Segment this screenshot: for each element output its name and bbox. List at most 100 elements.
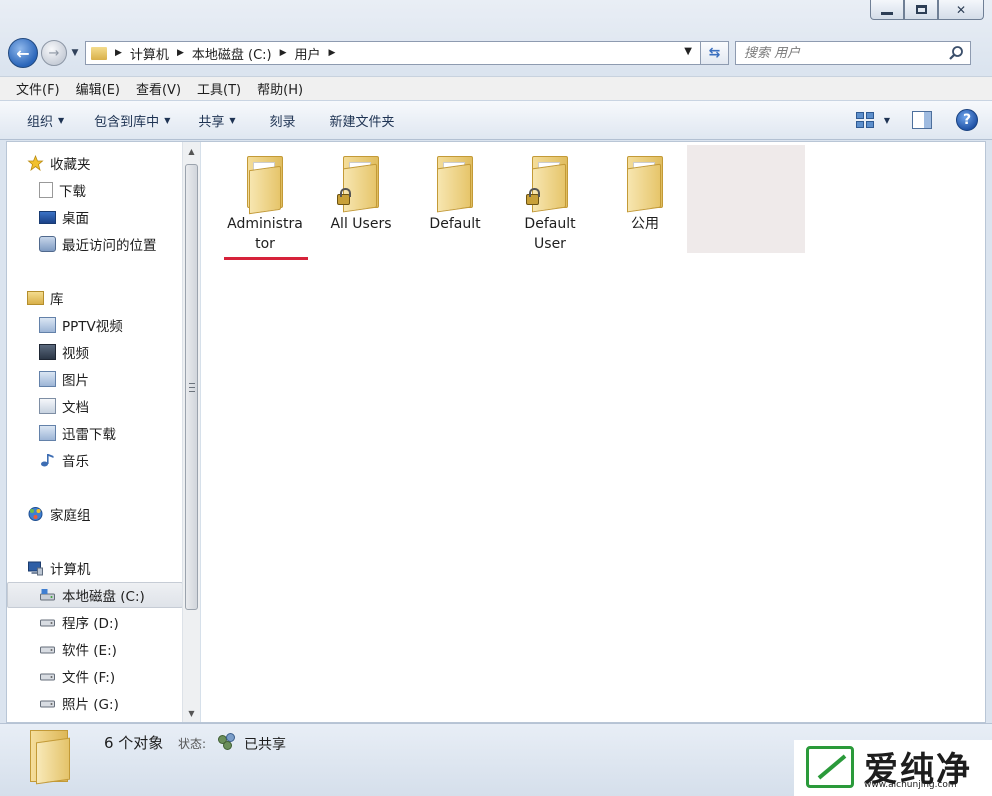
refresh-icon: ⇆: [708, 45, 721, 61]
nav-desktop-label: 桌面: [62, 211, 89, 227]
breadcrumb-separator-icon[interactable]: ▶: [115, 48, 122, 58]
documents-icon: [39, 398, 56, 414]
nav-homegroup[interactable]: 家庭组: [27, 501, 203, 527]
computer-icon: [28, 561, 43, 576]
folder-label: 公用: [631, 216, 659, 232]
nav-libraries[interactable]: 库: [27, 285, 203, 311]
folder-public[interactable]: 公用: [597, 150, 693, 234]
nav-favorites-label: 收藏夹: [50, 157, 91, 173]
brand-logo-icon: [806, 746, 854, 788]
nav-drive-c[interactable]: 本地磁盘 (C:): [7, 582, 183, 608]
view-tools: ▼ ?: [855, 109, 978, 131]
breadcrumb-users[interactable]: 用户: [295, 44, 321, 63]
back-button[interactable]: ←: [8, 38, 38, 68]
share-button[interactable]: 共享 ▼: [185, 111, 248, 130]
menu-help[interactable]: 帮助(H): [249, 79, 311, 98]
folder-all-users[interactable]: All Users: [313, 150, 409, 234]
preview-pane-icon[interactable]: [912, 111, 932, 129]
command-bar: 组织 ▼ 包含到库中 ▼ 共享 ▼ 刻录 新建文件夹 ▼ ?: [0, 100, 992, 140]
address-bar[interactable]: ▶ 计算机 ▶ 本地磁盘 (C:) ▶ 用户 ▶ ▼: [85, 41, 701, 65]
breadcrumb-separator-icon[interactable]: ▶: [177, 48, 184, 58]
breadcrumb-computer[interactable]: 计算机: [130, 44, 169, 63]
shortcut-folder-icon: [337, 150, 383, 213]
homegroup-icon: [28, 507, 43, 521]
arrow-left-icon: ←: [16, 43, 30, 63]
share-label: 共享: [198, 114, 225, 130]
nav-music-label: 音乐: [62, 454, 89, 470]
nav-computer-label: 计算机: [50, 562, 91, 578]
status-bar: 6 个对象 状态: 已共享 爱纯净 www.aichunjing.com: [0, 723, 992, 796]
nav-drive-c-label: 本地磁盘 (C:): [62, 589, 145, 605]
nav-libraries-label: 库: [50, 292, 64, 308]
search-icon[interactable]: [948, 45, 964, 61]
highlight-underline: [224, 257, 308, 260]
chevron-down-icon: ▼: [164, 115, 171, 125]
search-box[interactable]: [735, 41, 971, 65]
chevron-down-icon: ▼: [229, 115, 236, 125]
search-input[interactable]: [744, 45, 944, 61]
include-in-library-button[interactable]: 包含到库中 ▼: [81, 111, 183, 130]
scroll-down-icon[interactable]: ▼: [183, 704, 200, 722]
folder-default[interactable]: Default: [407, 150, 503, 234]
drive-icon: [40, 700, 55, 708]
file-view[interactable]: Administra tor All Users Default Default…: [201, 142, 985, 722]
recent-pages-button[interactable]: ▼: [69, 48, 81, 58]
view-options-dropdown-icon[interactable]: ▼: [884, 116, 890, 125]
hidden-item-tile[interactable]: [687, 145, 805, 253]
breadcrumb-separator-icon[interactable]: ▶: [329, 48, 336, 58]
shared-users-icon: [218, 733, 238, 751]
forward-button[interactable]: →: [41, 40, 67, 66]
change-view-icon[interactable]: [855, 112, 874, 128]
nav-drive-e-label: 软件 (E:): [62, 643, 117, 659]
menu-tools[interactable]: 工具(T): [189, 79, 249, 98]
nav-recent-label: 最近访问的位置: [62, 238, 157, 254]
drive-icon: [40, 619, 55, 627]
scroll-thumb[interactable]: [185, 164, 198, 610]
minimize-button[interactable]: [870, 0, 904, 20]
library-item-icon: [39, 317, 56, 333]
breadcrumb-drive-c[interactable]: 本地磁盘 (C:): [192, 44, 272, 63]
system-drive-icon: [40, 589, 55, 601]
scroll-up-icon[interactable]: ▲: [183, 142, 200, 160]
folder-icon: [91, 46, 107, 60]
burn-button[interactable]: 刻录: [257, 111, 309, 130]
menu-edit[interactable]: 编辑(E): [68, 79, 128, 98]
chevron-down-icon: ▼: [71, 48, 79, 58]
nav-scrollbar[interactable]: ▲ ▼: [182, 142, 200, 722]
refresh-button[interactable]: ⇆: [701, 41, 729, 65]
explorer-window: ✕ ← → ▼ ▶ 计算机 ▶ 本地磁盘 (C:) ▶ 用户 ▶ ▼ ⇆ 文件(…: [0, 0, 992, 796]
folder-label: All Users: [330, 216, 392, 232]
folder-default-user[interactable]: Default User: [502, 150, 598, 254]
nav-xunlei-label: 迅雷下载: [62, 427, 116, 443]
menu-view[interactable]: 查看(V): [128, 79, 189, 98]
nav-pptv-label: PPTV视频: [62, 319, 123, 335]
breadcrumb-separator-icon[interactable]: ▶: [280, 48, 287, 58]
nav-computer[interactable]: 计算机: [27, 555, 203, 581]
desktop-icon: [39, 210, 56, 224]
nav-pictures-label: 图片: [62, 373, 89, 389]
watermark-url: www.aichunjing.com: [864, 780, 957, 790]
close-button[interactable]: ✕: [938, 0, 984, 20]
folder-label: Default: [429, 216, 481, 232]
folder-icon: [433, 150, 477, 213]
state-label: 状态:: [178, 737, 207, 751]
menu-file[interactable]: 文件(F): [8, 79, 68, 98]
nav-downloads-label: 下载: [59, 184, 86, 200]
watermark: 爱纯净 www.aichunjing.com: [794, 740, 992, 796]
nav-homegroup-label: 家庭组: [50, 508, 91, 524]
organize-button[interactable]: 组织 ▼: [14, 111, 77, 130]
address-row: ← → ▼ ▶ 计算机 ▶ 本地磁盘 (C:) ▶ 用户 ▶ ▼ ⇆: [8, 36, 984, 70]
nav-favorites[interactable]: 收藏夹: [27, 150, 203, 176]
address-dropdown-icon[interactable]: ▼: [684, 46, 692, 57]
drive-icon: [40, 646, 55, 654]
new-folder-button[interactable]: 新建文件夹: [317, 111, 408, 130]
maximize-button[interactable]: [904, 0, 938, 20]
navigation-pane: 收藏夹 下载 桌面 最近访问的位置 库 PPTV视频 视频 图片 文档 迅雷下载…: [7, 142, 201, 722]
folder-administrator[interactable]: Administra tor: [217, 150, 313, 254]
recent-places-icon: [39, 236, 56, 252]
library-item-icon: [39, 425, 56, 441]
library-icon: [27, 291, 44, 305]
help-icon[interactable]: ?: [956, 109, 978, 131]
main-area: 收藏夹 下载 桌面 最近访问的位置 库 PPTV视频 视频 图片 文档 迅雷下载…: [6, 141, 986, 723]
nav-videos-label: 视频: [62, 346, 89, 362]
